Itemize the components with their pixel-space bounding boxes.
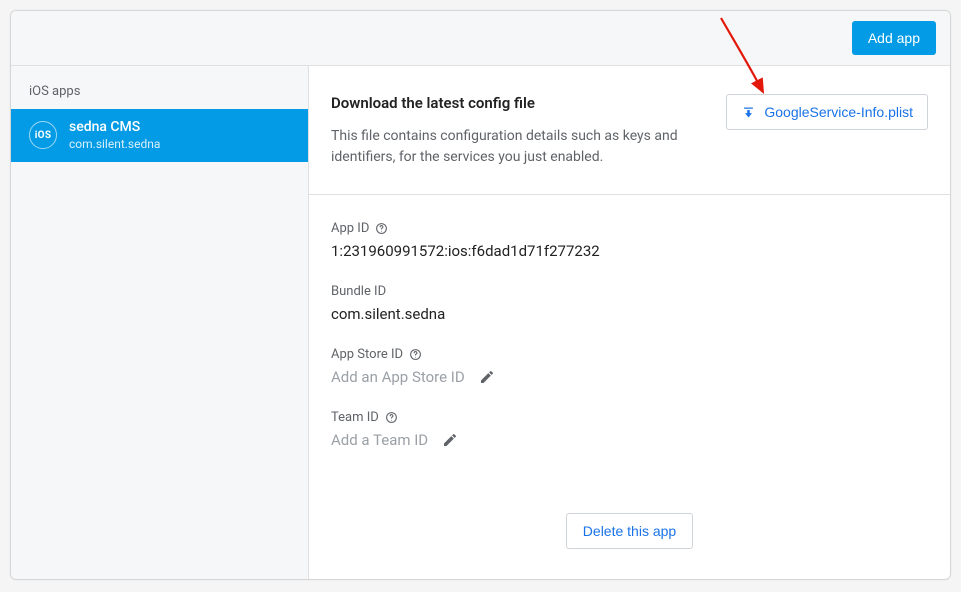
- team-id-row[interactable]: Add a Team ID: [331, 431, 928, 449]
- app-store-id-placeholder: Add an App Store ID: [331, 368, 465, 386]
- pencil-icon[interactable]: [442, 432, 458, 448]
- body-area: iOS apps iOS sedna CMS com.silent.sedna …: [11, 66, 950, 579]
- app-store-id-field: App Store ID Add an App Store ID: [331, 347, 928, 386]
- help-icon[interactable]: [385, 411, 398, 424]
- team-id-placeholder: Add a Team ID: [331, 431, 428, 449]
- details-section: App ID 1:231960991572:ios:f6dad1d71f2772…: [309, 195, 950, 579]
- app-id-label-text: App ID: [331, 221, 369, 236]
- config-description: This file contains configuration details…: [331, 126, 691, 168]
- app-id-field: App ID 1:231960991572:ios:f6dad1d71f2772…: [331, 221, 928, 260]
- add-app-button[interactable]: Add app: [852, 21, 936, 55]
- config-title: Download the latest config file: [331, 94, 708, 112]
- pencil-icon[interactable]: [479, 369, 495, 385]
- download-plist-label: GoogleService-Info.plist: [764, 104, 913, 120]
- sidebar: iOS apps iOS sedna CMS com.silent.sedna: [11, 66, 309, 579]
- app-id-label: App ID: [331, 221, 928, 236]
- app-store-id-row[interactable]: Add an App Store ID: [331, 368, 928, 386]
- config-text: Download the latest config file This fil…: [331, 94, 708, 168]
- sidebar-app-row[interactable]: iOS sedna CMS com.silent.sedna: [11, 109, 308, 162]
- bundle-id-field: Bundle ID com.silent.sedna: [331, 284, 928, 323]
- sidebar-app-bundle: com.silent.sedna: [69, 137, 160, 152]
- delete-row: Delete this app: [331, 513, 928, 561]
- sidebar-app-name: sedna CMS: [69, 119, 160, 137]
- app-store-id-label-text: App Store ID: [331, 347, 403, 362]
- team-id-label: Team ID: [331, 410, 928, 425]
- config-section: Download the latest config file This fil…: [309, 66, 950, 195]
- help-icon[interactable]: [375, 222, 388, 235]
- app-store-id-label: App Store ID: [331, 347, 928, 362]
- bundle-id-value: com.silent.sedna: [331, 305, 928, 323]
- delete-app-button[interactable]: Delete this app: [566, 513, 693, 549]
- app-id-value: 1:231960991572:ios:f6dad1d71f277232: [331, 242, 928, 260]
- main-content: Download the latest config file This fil…: [309, 66, 950, 579]
- help-icon[interactable]: [409, 348, 422, 361]
- team-id-label-text: Team ID: [331, 410, 379, 425]
- team-id-field: Team ID Add a Team ID: [331, 410, 928, 449]
- sidebar-app-text: sedna CMS com.silent.sedna: [69, 119, 160, 152]
- top-bar: Add app: [11, 11, 950, 66]
- sidebar-section-label: iOS apps: [11, 78, 308, 109]
- download-plist-button[interactable]: GoogleService-Info.plist: [726, 94, 928, 130]
- bundle-id-label: Bundle ID: [331, 284, 928, 299]
- bundle-id-label-text: Bundle ID: [331, 284, 386, 299]
- settings-panel: Add app iOS apps iOS sedna CMS com.silen…: [10, 10, 951, 580]
- download-icon: [741, 105, 756, 120]
- ios-icon: iOS: [29, 121, 57, 149]
